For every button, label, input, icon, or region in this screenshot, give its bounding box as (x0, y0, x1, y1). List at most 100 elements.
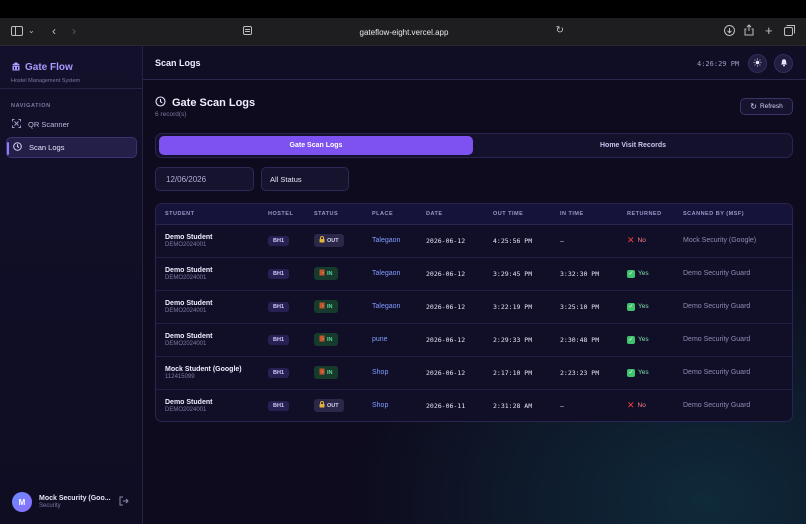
column-header[interactable]: PLACE (372, 204, 426, 225)
place: Talegaon (372, 237, 401, 244)
sun-icon (753, 58, 762, 69)
student-name: Mock Student (Google) (165, 365, 242, 373)
column-header[interactable]: HOSTEL (268, 204, 314, 225)
scanned-by: Demo Security Guard (683, 336, 751, 343)
returned-status: ✓ Yes (627, 269, 649, 278)
new-tab-icon[interactable]: + (765, 23, 773, 38)
page-settings-icon[interactable] (243, 26, 252, 35)
out-time: 4:25:56 PM (493, 236, 533, 245)
user-profile[interactable]: M Mock Security (Goo... Security (12, 492, 137, 512)
tab-home-visit-records[interactable]: Home Visit Records (476, 136, 790, 155)
tab-bar: Gate Scan Logs Home Visit Records (155, 133, 793, 158)
date: 2026-06-12 (426, 368, 466, 377)
returned-label: Yes (638, 369, 649, 376)
place: Talegaon (372, 270, 401, 277)
student-name: Demo Student (165, 398, 213, 406)
hostel-badge: BH1 (268, 400, 290, 411)
check-icon: ✓ (627, 302, 635, 311)
share-icon[interactable] (744, 24, 754, 36)
column-header[interactable]: IN TIME (560, 204, 627, 225)
returned-status: ✓ Yes (627, 368, 649, 377)
scanned-by: Demo Security Guard (683, 369, 751, 376)
tabs-overview-icon[interactable] (784, 25, 795, 36)
nav-heading: NAVIGATION (11, 103, 51, 109)
date: 2026-06-12 (426, 302, 466, 311)
brand-subtitle: Hostel Management System (11, 78, 81, 84)
forward-arrow-icon[interactable]: › (72, 24, 76, 38)
table-row[interactable]: Demo Student DEMO2024001 BH1 IN Talegaon… (156, 290, 792, 323)
logout-icon[interactable] (119, 496, 129, 508)
date: 2026-06-12 (426, 269, 466, 278)
in-time: 3:25:10 PM (560, 302, 600, 311)
table-row[interactable]: Mock Student (Google) 112415099 BH1 IN S… (156, 356, 792, 389)
sidebar-item-label: Scan Logs (29, 143, 65, 152)
out-time: 2:17:10 PM (493, 368, 533, 377)
main-header: Scan Logs 4:26:29 PM (143, 46, 806, 80)
student-id: DEMO2024001 (165, 241, 207, 248)
column-header[interactable]: DATE (426, 204, 493, 225)
out-time: 2:29:33 PM (493, 335, 533, 344)
column-header[interactable]: OUT TIME (493, 204, 560, 225)
check-icon: ✓ (627, 335, 635, 344)
door-icon (319, 302, 325, 311)
reload-icon[interactable]: ↻ (556, 25, 564, 36)
tab-gate-scan-logs[interactable]: Gate Scan Logs (159, 136, 473, 155)
clock: 4:26:29 PM (697, 60, 740, 68)
column-header[interactable]: STUDENT (156, 204, 268, 225)
building-icon (11, 58, 21, 76)
qr-scan-icon (12, 119, 21, 130)
table-row[interactable]: Demo Student DEMO2024001 BH1 IN pune 202… (156, 323, 792, 356)
column-header[interactable]: STATUS (314, 204, 372, 225)
student-name: Demo Student (165, 233, 213, 241)
table-row[interactable]: Demo Student DEMO2024001 BH1 OUT Shop 20… (156, 389, 792, 421)
user-name: Mock Security (Goo... (39, 495, 111, 502)
out-time: 2:31:28 AM (493, 401, 533, 410)
in-time: 2:23:23 PM (560, 368, 600, 377)
student-name: Demo Student (165, 266, 213, 274)
status-label: OUT (327, 237, 339, 244)
returned-label: No (637, 236, 646, 244)
status-badge: IN (314, 267, 338, 280)
download-icon[interactable] (724, 25, 735, 36)
back-arrow-icon[interactable]: ‹ (52, 24, 56, 38)
sidebar-item-scan-logs[interactable]: Scan Logs (6, 137, 137, 158)
table-row[interactable]: Demo Student DEMO2024001 BH1 IN Talegaon… (156, 257, 792, 290)
column-header[interactable]: SCANNED BY (MSF) (683, 204, 792, 225)
address-bar[interactable]: gateflow-eight.vercel.app ↻ (240, 22, 568, 42)
hostel-badge: BH1 (268, 301, 290, 312)
theme-toggle-button[interactable] (748, 54, 767, 73)
in-time: — (560, 401, 564, 410)
history-icon (155, 94, 166, 112)
table-row[interactable]: Demo Student DEMO2024001 BH1 OUT Talegao… (156, 224, 792, 257)
chevron-down-icon[interactable]: ⌄ (28, 26, 35, 35)
cross-icon: ✕ (627, 400, 635, 411)
check-icon: ✓ (627, 368, 635, 377)
in-time: 2:30:48 PM (560, 335, 600, 344)
status-label: IN (327, 303, 333, 310)
returned-label: Yes (638, 336, 649, 343)
sidebar-toggle-icon[interactable] (10, 25, 24, 37)
date-filter-input[interactable]: 12/06/2026 (155, 167, 254, 191)
returned-status: ✓ Yes (627, 302, 649, 311)
table-header-row: STUDENT HOSTEL STATUS PLACE DATE OUT TIM… (156, 204, 792, 225)
student-id: DEMO2024001 (165, 307, 207, 314)
avatar: M (12, 492, 32, 512)
status-badge: IN (314, 333, 338, 346)
brand[interactable]: Gate Flow Hostel Management System (11, 58, 81, 85)
column-header[interactable]: RETURNED (627, 204, 683, 225)
refresh-label: Refresh (759, 103, 783, 110)
notifications-button[interactable] (774, 54, 793, 73)
sidebar-item-qr-scanner[interactable]: QR Scanner (6, 114, 137, 135)
in-time: 3:32:30 PM (560, 269, 600, 278)
in-time: — (560, 236, 564, 245)
student-id: 112415099 (165, 373, 195, 380)
status-filter-select[interactable]: All Status (261, 167, 349, 191)
returned-label: Yes (638, 303, 649, 310)
refresh-button[interactable]: ↻ Refresh (740, 98, 793, 115)
status-badge: OUT (314, 234, 344, 247)
place: pune (372, 336, 388, 343)
sidebar-divider (0, 88, 143, 89)
page-title: Gate Scan Logs (172, 97, 256, 109)
refresh-icon: ↻ (750, 102, 757, 111)
lock-icon (319, 236, 325, 245)
